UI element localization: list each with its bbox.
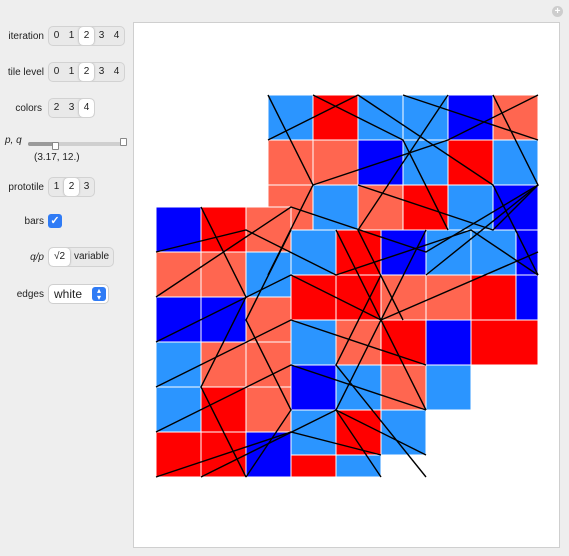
colors-control: colors 2 3 4 [0,98,95,118]
tile [200,206,247,253]
tile-level-option-1[interactable]: 1 [64,63,79,81]
up-down-chevron-icon: ▴ ▾ [92,287,106,302]
edges-control: edges white ▴ ▾ [0,284,109,304]
q-over-p-selector[interactable]: √2 variable [48,247,115,267]
window-plus-icon[interactable]: + [552,6,563,17]
pq-value: (3.17, 12.) [34,152,80,163]
tile-level-selector[interactable]: 0 1 2 3 4 [48,62,125,82]
pq-slider[interactable] [28,138,127,152]
tile [290,319,337,366]
colors-label: colors [15,102,42,114]
q-over-p-control: q/p √2 variable [0,247,115,267]
tile [492,94,539,141]
colors-option-4[interactable]: 4 [79,99,94,117]
q-over-p-label: q/p [30,251,44,263]
tile [267,139,314,186]
tile [267,94,314,141]
tile [290,229,337,276]
iteration-option-3[interactable]: 3 [94,27,109,45]
tile [402,139,449,186]
iteration-option-1[interactable]: 1 [64,27,79,45]
edges-value: white [54,287,83,301]
tile-level-option-4[interactable]: 4 [109,63,124,81]
tile [335,229,382,276]
colors-option-2[interactable]: 2 [49,99,64,117]
tile [470,229,517,276]
tile-level-control: tile level 0 1 2 3 4 [0,62,125,82]
tile [200,296,247,343]
tile [245,296,292,343]
iteration-option-0[interactable]: 0 [49,27,64,45]
tile [200,251,247,298]
tile [470,319,539,366]
tile-level-option-0[interactable]: 0 [49,63,64,81]
tile [290,454,337,478]
tile [200,386,247,433]
tile-level-label: tile level [7,66,44,78]
tile [425,229,472,276]
tile [492,139,539,186]
tile-level-option-3[interactable]: 3 [94,63,109,81]
edges-dropdown[interactable]: white ▴ ▾ [48,284,109,304]
tile [155,296,202,343]
q-over-p-option-sqrt2[interactable]: √2 [49,248,70,266]
tile [155,386,202,433]
pq-slider-fill [28,142,54,146]
tile-level-option-2[interactable]: 2 [79,63,94,81]
pq-slider-max-thumb[interactable] [120,138,127,146]
tile [155,206,202,253]
tile [200,341,247,388]
iteration-selector[interactable]: 0 1 2 3 4 [48,26,125,46]
tile [425,319,472,366]
tile [380,319,427,366]
q-over-p-option-variable[interactable]: variable [70,248,113,266]
prototile-option-2[interactable]: 2 [64,178,79,196]
tile [245,206,292,253]
tile [380,274,427,321]
tile [357,94,404,141]
tile [335,409,382,456]
edges-label: edges [16,288,44,300]
tile [312,94,359,141]
tile [335,274,382,321]
tile [245,431,292,478]
tile [312,139,359,186]
colors-option-3[interactable]: 3 [64,99,79,117]
tile [290,409,337,456]
tile [380,364,427,411]
iteration-label: iteration [8,30,44,42]
tile [290,274,337,321]
tile [470,274,517,321]
pq-label-text: p, q [5,135,22,146]
tile [155,341,202,388]
tile [357,184,404,231]
tile [402,94,449,141]
tile [515,274,539,321]
prototile-control: prototile 1 2 3 [0,177,95,197]
tiling-graphic [155,94,539,478]
tile [155,431,202,478]
prototile-option-1[interactable]: 1 [49,178,64,196]
iteration-control: iteration 0 1 2 3 4 [0,26,125,46]
tile [312,184,359,231]
bars-label: bars [24,215,44,227]
prototile-selector[interactable]: 1 2 3 [48,177,95,197]
iteration-option-2[interactable]: 2 [79,27,94,45]
tile [245,386,292,433]
tile [155,251,202,298]
output-panel [133,22,560,548]
pq-label: p, q [5,135,22,146]
iteration-option-4[interactable]: 4 [109,27,124,45]
bars-checkbox[interactable]: ✓ [48,214,62,228]
tile [425,364,472,411]
bars-control: bars ✓ [0,214,62,228]
prototile-option-3[interactable]: 3 [79,178,94,196]
tile [447,139,494,186]
tile [447,184,494,231]
pq-slider-thumb[interactable] [52,142,59,150]
checkmark-icon: ✓ [50,215,60,227]
colors-selector[interactable]: 2 3 4 [48,98,95,118]
prototile-label: prototile [8,181,44,193]
tile [290,364,337,411]
